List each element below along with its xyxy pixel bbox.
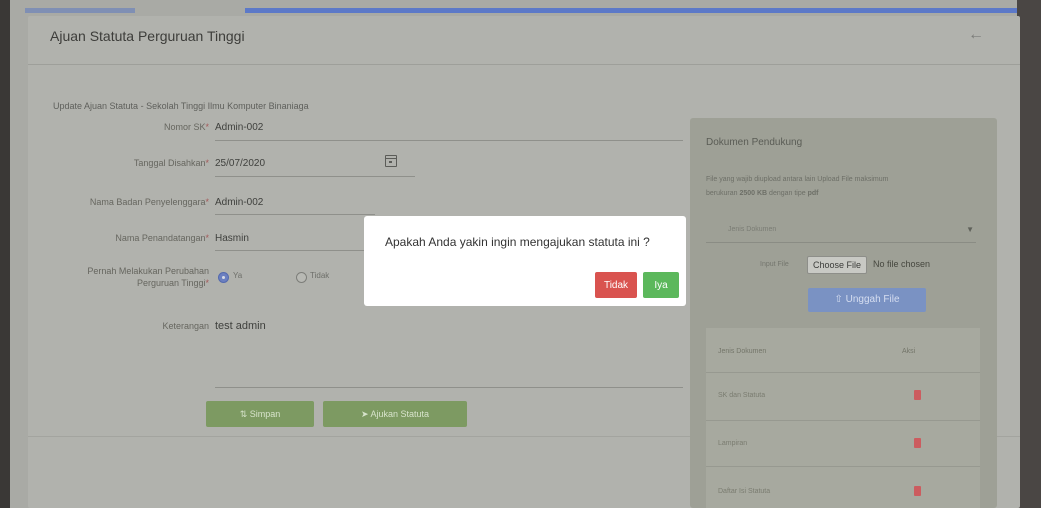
tidak-button[interactable]: Tidak [595, 272, 637, 298]
confirm-dialog: Apakah Anda yakin ingin mengajukan statu… [364, 216, 686, 306]
arrow-left-icon[interactable]: ← [968, 26, 984, 44]
iya-button[interactable]: Iya [643, 272, 679, 298]
chevron-down-icon: ▼ [966, 225, 974, 234]
photo-edge-left [0, 0, 10, 508]
tanggal-input[interactable]: 25/07/2020 [215, 158, 265, 169]
file-input-label: Input File [760, 261, 789, 268]
topbar-accent [245, 8, 1017, 13]
photo-edge-right [1017, 0, 1041, 508]
save-button[interactable]: ⇅ Simpan [206, 401, 314, 427]
file-status: No file chosen [873, 259, 931, 269]
confirm-message: Apakah Anda yakin ingin mengajukan statu… [385, 235, 650, 249]
upload-file-button[interactable]: ⇧ Unggah File [808, 288, 926, 312]
form-subtitle: Update Ajuan Statuta - Sekolah Tinggi Il… [53, 101, 309, 111]
trash-icon[interactable] [914, 390, 921, 400]
penandatangan-input[interactable]: Hasmin [215, 233, 249, 244]
choose-file-button[interactable]: Choose File [807, 256, 868, 274]
badan-underline [215, 214, 375, 215]
ajukan-statuta-button[interactable]: ➤ Ajukan Statuta [323, 401, 467, 427]
side-note: File yang wajib diupload antara lain Upl… [706, 176, 889, 197]
penandatangan-underline [215, 250, 375, 251]
page-title: Ajuan Statuta Perguruan Tinggi [50, 28, 245, 44]
nomor-sk-input[interactable]: Admin-002 [215, 122, 263, 133]
topbar-accent-left [25, 8, 135, 13]
table-divider [706, 372, 980, 373]
calendar-icon[interactable] [385, 155, 397, 167]
keterangan-textarea[interactable]: test admin [215, 320, 266, 332]
table-divider [706, 466, 980, 467]
radio-tidak-label: Tidak [310, 271, 330, 280]
trash-icon[interactable] [914, 438, 921, 448]
table-row: Daftar Isi Statuta [718, 488, 771, 495]
save-icon: ⇅ [239, 408, 250, 419]
document-table: Jenis Dokumen Aksi SK dan Statuta Lampir… [706, 328, 980, 508]
badan-input[interactable]: Admin-002 [215, 197, 263, 208]
table-header-jenis: Jenis Dokumen [718, 348, 767, 355]
side-title: Dokumen Pendukung [706, 137, 803, 148]
tanggal-underline [215, 176, 415, 177]
table-row: Lampiran [718, 440, 748, 447]
radio-ya[interactable] [218, 272, 229, 283]
submit-arrow-icon: ➤ [360, 408, 371, 419]
jenis-dokumen-select[interactable]: Jenis Dokumen ▼ [706, 222, 976, 243]
table-header-aksi: Aksi [902, 348, 916, 355]
upload-icon: ⇧ [834, 294, 846, 305]
keterangan-underline [215, 387, 683, 388]
nomor-sk-underline [215, 140, 683, 141]
dokumen-pendukung-panel: Dokumen Pendukung File yang wajib diuplo… [690, 118, 997, 508]
table-row: SK dan Statuta [718, 392, 766, 399]
trash-icon[interactable] [914, 486, 921, 496]
table-divider [706, 420, 980, 421]
radio-tidak[interactable] [296, 272, 307, 283]
radio-ya-label: Ya [233, 271, 243, 280]
card-header: Ajuan Statuta Perguruan Tinggi ← [28, 16, 1020, 65]
